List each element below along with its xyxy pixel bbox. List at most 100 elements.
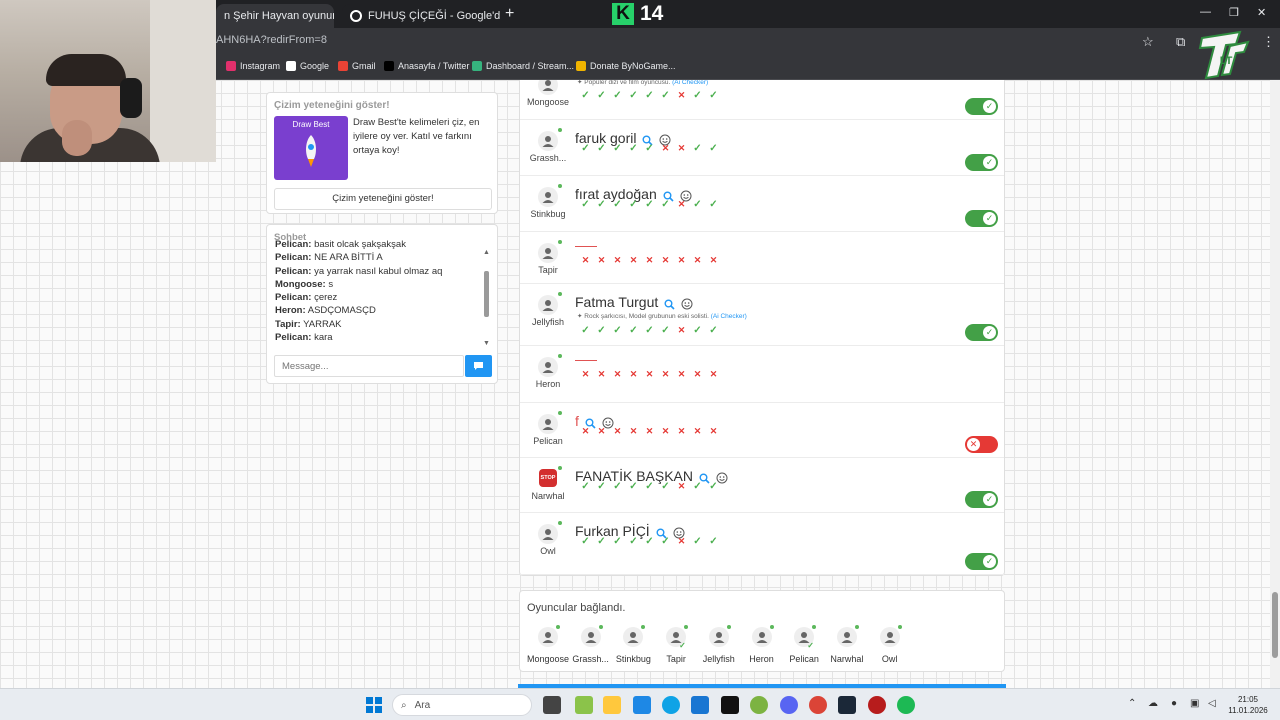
- bookmark-label: Donate ByNoGame...: [590, 61, 676, 71]
- approve-toggle[interactable]: ✓: [965, 98, 998, 115]
- player-avatar: [538, 357, 558, 377]
- store-icon[interactable]: [633, 696, 651, 714]
- cross-icon: ✕: [709, 255, 718, 265]
- bookmark-item[interactable]: Donate ByNoGame...: [576, 61, 676, 71]
- check-icon: ✓: [613, 199, 622, 210]
- cross-icon: ✕: [645, 369, 654, 379]
- volume-icon[interactable]: ◁: [1208, 698, 1216, 709]
- windows-start-icon[interactable]: [366, 697, 382, 713]
- approve-toggle[interactable]: ✓: [965, 324, 998, 341]
- chat-message: Pelican: çerez: [275, 291, 481, 304]
- emoji-react-icon[interactable]: [673, 526, 685, 538]
- edge-icon[interactable]: [662, 696, 680, 714]
- taskbar-search[interactable]: ⌕ Ara: [392, 694, 532, 716]
- webcam-app-icon[interactable]: [750, 696, 768, 714]
- approve-toggle[interactable]: ✓: [965, 210, 998, 227]
- spotify-icon[interactable]: [897, 696, 915, 714]
- magnifier-search-icon[interactable]: [585, 416, 596, 429]
- magnifier-search-icon[interactable]: [664, 297, 675, 310]
- vote-marks: ✓ ✓ ✓ ✓ ✓ ✕ ✕ ✓ ✓: [579, 143, 720, 154]
- hint-source: (Ai Checker): [672, 80, 709, 86]
- cross-icon: ✕: [709, 426, 718, 436]
- emoji-react-icon[interactable]: [602, 416, 614, 428]
- new-tab-plus-icon[interactable]: +: [505, 5, 514, 23]
- online-status-dot: [558, 240, 562, 244]
- network-icon[interactable]: ▣: [1190, 698, 1199, 709]
- k14-letter: K: [612, 3, 634, 25]
- url-text[interactable]: AHN6HA?redirFrom=8: [216, 34, 327, 46]
- file-explorer-icon[interactable]: [603, 696, 621, 714]
- approve-toggle[interactable]: ✓: [965, 553, 998, 570]
- check-icon: ✓: [597, 325, 606, 336]
- magnifier-search-icon[interactable]: [656, 526, 667, 539]
- webcam-background: [150, 0, 216, 162]
- user-avatar-icon: [538, 414, 558, 434]
- check-icon: ✓: [597, 481, 606, 492]
- draw-best-thumb-title: Draw Best: [292, 120, 330, 129]
- minimize-icon[interactable]: —: [1200, 6, 1211, 18]
- scroll-down-arrow-icon[interactable]: ▼: [483, 340, 490, 347]
- check-icon: ✓: [661, 325, 670, 336]
- menu-dots-icon[interactable]: ⋮: [1262, 34, 1275, 50]
- outlook-icon[interactable]: [691, 696, 709, 714]
- close-window-icon[interactable]: ✕: [1257, 6, 1266, 19]
- draw-best-thumbnail[interactable]: Draw Best: [274, 116, 348, 180]
- bookmark-item[interactable]: Anasayfa / Twitter: [384, 61, 469, 71]
- chrome-icon[interactable]: [809, 696, 827, 714]
- widgets-icon[interactable]: [575, 696, 593, 714]
- chat-scrollbar[interactable]: ▲ ▼: [483, 249, 491, 347]
- chat-send-button[interactable]: [465, 355, 492, 377]
- emoji-react-icon[interactable]: [681, 297, 693, 309]
- page-scrollbar[interactable]: [1270, 80, 1280, 688]
- player-answer-row: Heron ✕ ✕ ✕ ✕ ✕ ✕ ✕ ✕ ✕: [520, 346, 1004, 403]
- tab-game[interactable]: n Şehir Hayvan oyununa katıl ✕: [216, 4, 334, 28]
- emoji-react-icon[interactable]: [659, 133, 671, 145]
- extensions-icon[interactable]: ⧉: [1176, 34, 1185, 50]
- emoji-react-icon[interactable]: [680, 189, 692, 201]
- capcut-icon[interactable]: [721, 696, 739, 714]
- user-avatar-icon: [708, 627, 729, 647]
- page-scroll-thumb[interactable]: [1272, 592, 1278, 658]
- steam-icon[interactable]: [838, 696, 856, 714]
- chat-username: Heron:: [275, 305, 306, 317]
- player-name: Narwhal: [531, 491, 565, 501]
- approve-toggle[interactable]: ✓: [965, 491, 998, 508]
- cross-icon: ✕: [677, 90, 686, 100]
- game-launcher-icon[interactable]: [868, 696, 886, 714]
- approve-toggle[interactable]: ✓: [965, 154, 998, 171]
- task-view-icon[interactable]: [543, 696, 561, 714]
- approve-toggle[interactable]: ✕: [965, 436, 998, 453]
- chat-message-input[interactable]: [274, 355, 464, 377]
- windows-taskbar: ⌕ Ara ⌃ ☁ ● ▣ ◁ 21:05 11.01.2026: [0, 688, 1280, 720]
- cross-icon: ✕: [597, 255, 606, 265]
- check-icon: ✓: [629, 481, 638, 492]
- tab-google-search[interactable]: FUHUŞ ÇİÇEĞİ - Google'da Ara ✕: [342, 4, 500, 28]
- check-icon: ✓: [597, 90, 606, 101]
- chat-message: Heron: ASDÇOMASÇD: [275, 304, 481, 317]
- connected-players-card: Oyuncular bağlandı. Mongoose Grassh... Sti…: [519, 590, 1005, 672]
- scroll-up-arrow-icon[interactable]: ▲: [483, 249, 490, 256]
- bookmark-item[interactable]: Gmail: [338, 61, 376, 71]
- taskbar-clock[interactable]: 21:05 11.01.2026: [1226, 694, 1270, 716]
- show-drawing-skill-button[interactable]: Çizim yeteneğini göster!: [274, 188, 492, 210]
- magnifier-search-icon[interactable]: [663, 189, 674, 202]
- restore-icon[interactable]: ❐: [1229, 6, 1239, 19]
- tray-overflow-chevron-icon[interactable]: ⌃: [1128, 698, 1136, 709]
- bookmark-star-icon[interactable]: ☆: [1142, 34, 1154, 50]
- bookmark-item[interactable]: Dashboard / Stream...: [472, 61, 574, 71]
- toggle-check-icon: ✓: [983, 326, 996, 339]
- chat-username: Pelican:: [275, 239, 312, 250]
- check-icon: ✓: [613, 325, 622, 336]
- magnifier-search-icon[interactable]: [642, 133, 654, 146]
- microphone-tray-icon[interactable]: ●: [1171, 698, 1177, 709]
- chat-scroll-thumb[interactable]: [484, 271, 489, 317]
- bookmark-item[interactable]: Instagram: [226, 61, 280, 71]
- cloud-icon[interactable]: ☁: [1148, 698, 1158, 709]
- bookmark-label: Gmail: [352, 61, 376, 71]
- toggle-check-icon: ✓: [983, 100, 996, 113]
- emoji-react-icon[interactable]: [716, 471, 728, 483]
- bookmark-item[interactable]: Google: [286, 61, 329, 71]
- check-icon: ✓: [581, 481, 590, 492]
- magnifier-search-icon[interactable]: [699, 471, 710, 484]
- discord-icon[interactable]: [780, 696, 798, 714]
